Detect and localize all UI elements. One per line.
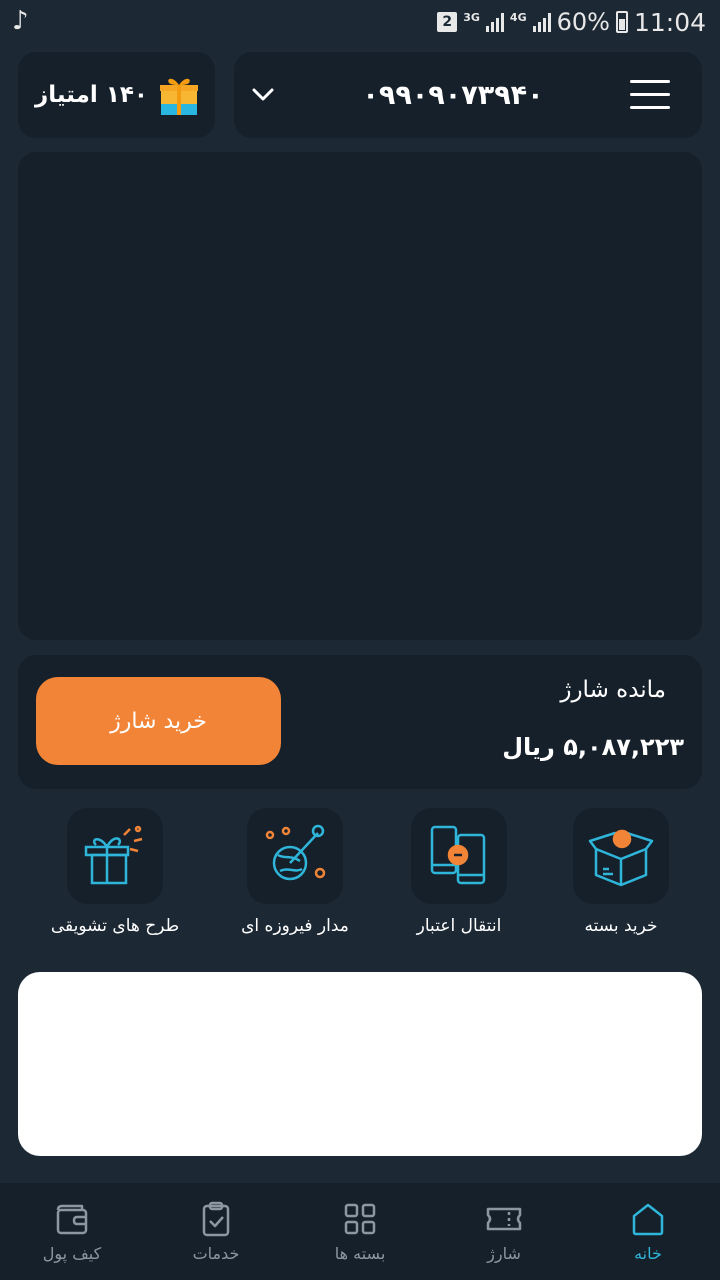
quick-action-label: انتقال اعتبار [416, 916, 502, 936]
points-card[interactable]: ۱۴۰ امتیاز [18, 52, 215, 138]
quick-action-label: مدار فیروزه ای [241, 916, 349, 936]
hamburger-menu-icon[interactable] [630, 80, 670, 110]
signal-bars-icon [485, 12, 504, 32]
quick-action-label: خرید بسته [584, 916, 658, 936]
nav-label: خدمات [192, 1244, 240, 1263]
home-icon [632, 1203, 664, 1236]
phone-number: ۰۹۹۰۹۰۷۳۹۴۰ [362, 79, 544, 111]
nav-item-wallet[interactable]: کیف پول [0, 1183, 144, 1280]
balance-value: ۵,۰۸۷,۲۲۳ ریال [502, 733, 684, 761]
balance-label: مانده شارژ [560, 677, 666, 703]
quick-action-label: طرح های تشویقی [50, 916, 180, 936]
wallet-icon [56, 1204, 88, 1235]
clock: 11:04 [633, 7, 706, 37]
signal-bars-icon [532, 12, 551, 32]
balance-card: خرید شارژ مانده شارژ ۵,۰۸۷,۲۲۳ ریال [18, 655, 702, 789]
nav-label: بسته ها [334, 1244, 386, 1263]
promo-card[interactable] [18, 972, 702, 1156]
gift-icon [67, 808, 163, 904]
open-box-icon [573, 808, 669, 904]
battery-percent: 60% [556, 8, 610, 36]
quick-action-credit-transfer[interactable]: انتقال اعتبار [374, 808, 544, 948]
points-text: ۱۴۰ امتیاز [35, 82, 148, 108]
status-bar: ♪ 2 3G 4G 60% 11:04 [0, 0, 720, 44]
battery-icon [615, 11, 628, 33]
quick-action-incentive-plans[interactable]: طرح های تشویقی [30, 808, 200, 948]
nav-item-charge[interactable]: شارژ [432, 1183, 576, 1280]
phone-transfer-icon [411, 808, 507, 904]
network-type-2: 4G [509, 10, 527, 24]
network-type-1: 3G [463, 10, 480, 24]
nav-label: کیف پول [42, 1244, 102, 1263]
banner-area[interactable] [18, 152, 702, 640]
quick-action-buy-package[interactable]: خرید بسته [536, 808, 706, 948]
clipboard-check-icon [202, 1201, 230, 1237]
globe-orbit-icon [247, 808, 343, 904]
chevron-down-icon[interactable] [248, 80, 278, 110]
ticket-icon [486, 1207, 522, 1231]
music-note-icon: ♪ [12, 6, 29, 36]
status-bar-right: 2 3G 4G 60% 11:04 [437, 6, 706, 38]
nav-item-services[interactable]: خدمات [144, 1183, 288, 1280]
phone-number-bar[interactable]: ۰۹۹۰۹۰۷۳۹۴۰ [234, 52, 702, 138]
nav-item-packages[interactable]: بسته ها [288, 1183, 432, 1280]
gift-icon [159, 74, 198, 116]
buy-charge-button[interactable]: خرید شارژ [36, 677, 281, 765]
bottom-navigation: خانه شارژ بسته ها خدمات کیف پول [0, 1183, 720, 1280]
sim-slot-badge: 2 [437, 12, 458, 32]
nav-label: شارژ [487, 1244, 521, 1263]
grid-icon [344, 1203, 376, 1235]
nav-label: خانه [634, 1244, 662, 1263]
nav-item-home[interactable]: خانه [576, 1183, 720, 1280]
quick-action-turquoise-circuit[interactable]: مدار فیروزه ای [210, 808, 380, 948]
